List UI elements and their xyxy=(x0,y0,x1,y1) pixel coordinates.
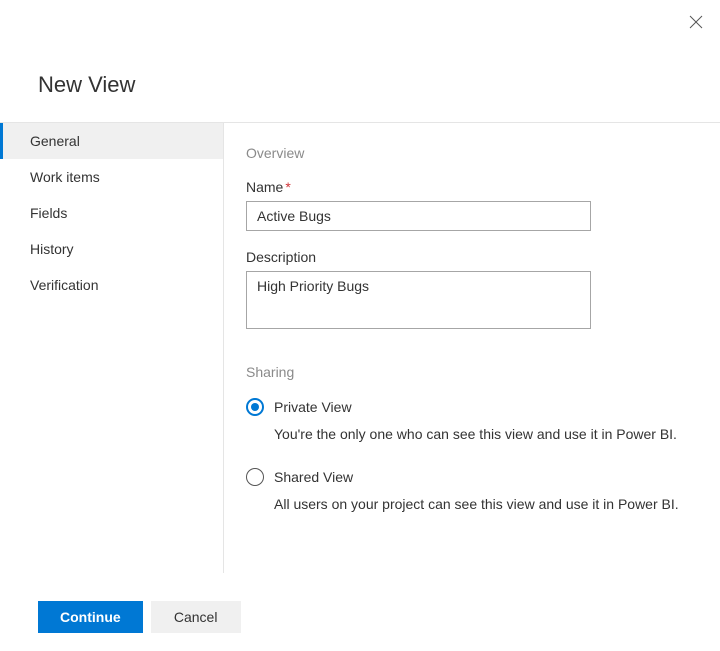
required-asterisk: * xyxy=(285,179,290,195)
sidebar-item-general[interactable]: General xyxy=(0,123,223,159)
dialog-title: New View xyxy=(38,72,720,98)
cancel-button[interactable]: Cancel xyxy=(151,601,241,633)
close-button[interactable] xyxy=(686,12,706,32)
description-input[interactable]: High Priority Bugs xyxy=(246,271,591,329)
radio-shared-desc: All users on your project can see this v… xyxy=(274,496,690,512)
sidebar-item-label: Verification xyxy=(30,277,98,293)
radio-private-view[interactable]: Private View xyxy=(246,398,690,416)
name-input[interactable] xyxy=(246,201,591,231)
sidebar-item-verification[interactable]: Verification xyxy=(0,267,223,303)
sidebar-item-history[interactable]: History xyxy=(0,231,223,267)
overview-section-label: Overview xyxy=(246,145,690,161)
radio-circle-icon xyxy=(246,468,264,486)
radio-label: Shared View xyxy=(274,469,353,485)
close-icon xyxy=(689,15,703,29)
radio-label: Private View xyxy=(274,399,352,415)
sharing-section-label: Sharing xyxy=(246,364,690,380)
sidebar-item-label: Work items xyxy=(30,169,100,185)
continue-button[interactable]: Continue xyxy=(38,601,143,633)
radio-shared-view[interactable]: Shared View xyxy=(246,468,690,486)
sidebar: General Work items Fields History Verifi… xyxy=(0,123,224,573)
sidebar-item-label: Fields xyxy=(30,205,67,221)
dialog-header: New View xyxy=(0,0,720,122)
dialog-body: General Work items Fields History Verifi… xyxy=(0,123,720,573)
sidebar-item-work-items[interactable]: Work items xyxy=(0,159,223,195)
name-label: Name* xyxy=(246,179,690,195)
description-label: Description xyxy=(246,249,690,265)
name-label-text: Name xyxy=(246,179,283,195)
sidebar-item-fields[interactable]: Fields xyxy=(0,195,223,231)
main-panel: Overview Name* Description High Priority… xyxy=(224,123,720,573)
dialog-footer: Continue Cancel xyxy=(38,601,241,633)
radio-inner-dot xyxy=(251,403,259,411)
sidebar-item-label: History xyxy=(30,241,74,257)
sidebar-item-label: General xyxy=(30,133,80,149)
sharing-section: Sharing Private View You're the only one… xyxy=(246,364,690,512)
radio-circle-icon xyxy=(246,398,264,416)
description-field-group: Description High Priority Bugs xyxy=(246,249,690,332)
radio-private-desc: You're the only one who can see this vie… xyxy=(274,426,690,442)
name-field-group: Name* xyxy=(246,179,690,231)
